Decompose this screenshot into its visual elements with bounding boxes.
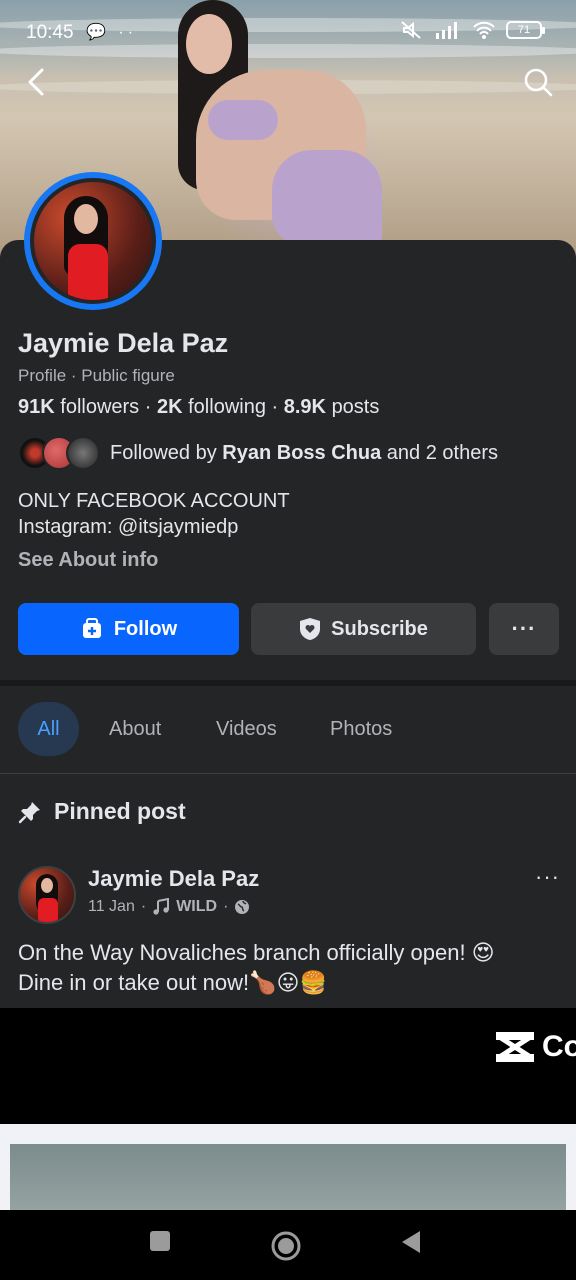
status-bar: 10:45 💬 ·· 71	[0, 0, 576, 64]
status-time: 10:45	[26, 22, 74, 43]
mutual-followers[interactable]: Followed by Ryan Boss Chua and 2 others	[18, 436, 498, 470]
globe-icon	[235, 900, 250, 914]
add-friend-icon	[82, 618, 101, 638]
notification-icons: 💬 ··	[86, 24, 138, 41]
followers-label[interactable]: followers	[60, 396, 139, 418]
post-author-name[interactable]: Jaymie Dela Paz	[88, 866, 259, 892]
posts-label: posts	[331, 396, 380, 418]
follow-button[interactable]: Follow	[18, 603, 239, 655]
home-icon[interactable]	[270, 1230, 302, 1262]
profile-name: Jaymie Dela Paz	[18, 328, 229, 358]
post-music[interactable]: WILD	[176, 898, 217, 916]
post-date[interactable]: 11 Jan	[88, 898, 135, 916]
post-media[interactable]: Co	[0, 1008, 576, 1124]
capcut-logo: Co	[494, 1030, 576, 1064]
profile-stats: 91K followers · 2K following · 8.9K post…	[18, 396, 380, 418]
more-options-button[interactable]: ···	[489, 603, 559, 655]
instagram-link[interactable]: Instagram: @itsjaymiedp	[18, 514, 290, 540]
heart-shield-icon	[300, 618, 321, 640]
pinned-post-header: Pinned post	[18, 798, 186, 825]
pin-icon	[18, 801, 40, 823]
followers-count[interactable]: 91K	[18, 396, 55, 418]
capcut-icon	[496, 1032, 534, 1062]
tab-about[interactable]: About	[109, 702, 161, 756]
profile-bio: ONLY FACEBOOK ACCOUNT Instagram: @itsjay…	[18, 490, 290, 540]
back-icon[interactable]	[400, 1230, 422, 1254]
post-media-image[interactable]	[0, 1124, 576, 1224]
tab-videos[interactable]: Videos	[216, 702, 277, 756]
post-text: On the Way Novaliches branch officially …	[18, 940, 495, 995]
post-meta: 11 Jan · WILD ·	[88, 898, 250, 916]
recents-icon[interactable]	[149, 1230, 171, 1252]
following-label[interactable]: following	[188, 396, 266, 418]
tab-photos[interactable]: Photos	[330, 702, 392, 756]
posts-count: 8.9K	[283, 396, 326, 418]
see-about-link[interactable]: See About info	[18, 549, 158, 572]
search-icon[interactable]	[522, 66, 554, 98]
post-author-avatar[interactable]	[18, 866, 76, 924]
tab-all[interactable]: All	[18, 702, 79, 756]
mute-icon	[401, 21, 421, 39]
mutual-avatar	[66, 436, 100, 470]
subscribe-button[interactable]: Subscribe	[251, 603, 476, 655]
signal-icon	[436, 22, 457, 39]
system-navigation-bar	[0, 1210, 576, 1280]
profile-avatar[interactable]	[24, 172, 162, 310]
music-note-icon	[153, 898, 170, 915]
profile-tabs: All About Videos Photos	[0, 686, 576, 774]
wifi-icon	[473, 21, 495, 39]
chevron-left-icon[interactable]	[22, 66, 50, 98]
post-more-button[interactable]: ···	[535, 864, 560, 890]
battery-icon: 71	[506, 21, 545, 39]
mutual-name[interactable]: Ryan Boss Chua	[222, 442, 381, 464]
tabs-divider	[0, 773, 576, 774]
profile-subtitle: Profile · Public figure	[18, 366, 175, 385]
following-count[interactable]: 2K	[157, 396, 183, 418]
